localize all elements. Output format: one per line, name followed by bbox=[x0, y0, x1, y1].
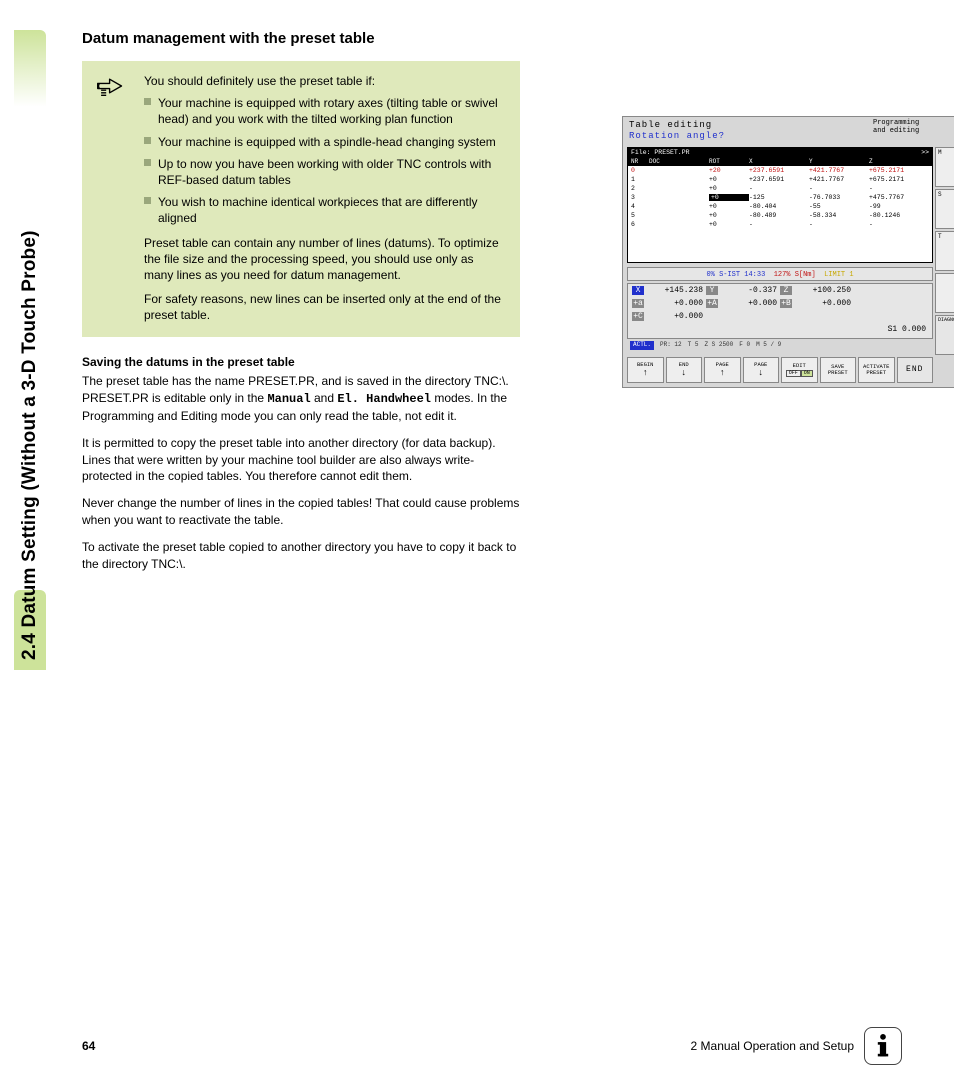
status-bar: 0% S-IST 14:33 127% S[Nm] LIMIT 1 bbox=[627, 267, 933, 281]
note-bullet: Up to now you have been working with old… bbox=[144, 156, 506, 188]
body-paragraph: The preset table has the name PRESET.PR,… bbox=[82, 373, 520, 424]
mono-text: El. Handwheel bbox=[337, 392, 431, 406]
table-row: 6+0--- bbox=[628, 220, 932, 229]
softkey[interactable]: BEGIN↑ bbox=[627, 357, 664, 383]
table-row: 5+0-80.489-58.334-80.1246 bbox=[628, 211, 932, 220]
table-row: 2+0--- bbox=[628, 184, 932, 193]
side-button-s[interactable]: S bbox=[935, 189, 954, 229]
note-intro: You should definitely use the preset tab… bbox=[144, 73, 506, 89]
note-paragraph: Preset table can contain any number of l… bbox=[144, 235, 506, 284]
softkey[interactable]: END↓ bbox=[666, 357, 703, 383]
section-title: Datum management with the preset table bbox=[82, 30, 902, 47]
page-content: Datum management with the preset table Y… bbox=[82, 30, 902, 582]
softkey[interactable]: EDITOFFON bbox=[781, 357, 818, 383]
side-button-blank[interactable] bbox=[935, 273, 954, 313]
table-row: 4+0-80.404-55-99 bbox=[628, 202, 932, 211]
screen-title: Table editing bbox=[629, 120, 712, 130]
cnc-screenshot: Table editing Rotation angle? Programmin… bbox=[622, 116, 954, 388]
info-bar: ACTL. PR: 12 T 5 Z S 2500 F 0 M 5 / 9 bbox=[627, 341, 933, 350]
section-side-tab: 2.4 Datum Setting (Without a 3-D Touch P… bbox=[14, 30, 46, 670]
note-bullet: Your machine is equipped with a spindle-… bbox=[144, 134, 506, 150]
note-bullet: You wish to machine identical workpieces… bbox=[144, 194, 506, 226]
note-paragraph: For safety reasons, new lines can be ins… bbox=[144, 291, 506, 323]
softkey[interactable]: END bbox=[897, 357, 934, 383]
note-content: You should definitely use the preset tab… bbox=[144, 73, 506, 323]
side-buttons: M S T DIAGNOSIS bbox=[935, 147, 954, 355]
coordinate-panel: X+145.238Y-0.337Z+100.250 +a+0.000+A+0.0… bbox=[627, 283, 933, 339]
softkey[interactable]: PAGE↓ bbox=[743, 357, 780, 383]
softkey-row: BEGIN↑END↓PAGE↑PAGE↓EDITOFFONSAVEPRESETA… bbox=[627, 357, 933, 383]
side-button-t[interactable]: T bbox=[935, 231, 954, 271]
mono-text: Manual bbox=[267, 392, 310, 406]
note-list: Your machine is equipped with rotary axe… bbox=[144, 95, 506, 226]
softkey[interactable]: PAGE↑ bbox=[704, 357, 741, 383]
body-paragraph: It is permitted to copy the preset table… bbox=[82, 435, 520, 485]
table-row: 0+20+237.6591+421.7767+675.2171 bbox=[628, 166, 932, 175]
softkey[interactable]: SAVEPRESET bbox=[820, 357, 857, 383]
side-button-m[interactable]: M bbox=[935, 147, 954, 187]
table-more-icon: >> bbox=[921, 149, 929, 156]
info-icon bbox=[864, 1027, 902, 1065]
screen-subtitle: Rotation angle? bbox=[629, 131, 725, 141]
page-footer: 64 2 Manual Operation and Setup bbox=[82, 1027, 902, 1065]
note-bullet: Your machine is equipped with rotary axe… bbox=[144, 95, 506, 127]
softkey[interactable]: ACTIVATEPRESET bbox=[858, 357, 895, 383]
screen-mode: Programming and editing bbox=[873, 120, 929, 135]
table-file: File: PRESET.PR bbox=[631, 149, 690, 156]
side-button-diagnosis[interactable]: DIAGNOSIS bbox=[935, 315, 954, 355]
body-paragraph: To activate the preset table copied to a… bbox=[82, 539, 520, 573]
chapter-title: 2 Manual Operation and Setup bbox=[691, 1039, 854, 1053]
note-box: You should definitely use the preset tab… bbox=[82, 61, 520, 337]
preset-table: File: PRESET.PR >> NR DOC ROT X Y Z 0+20… bbox=[627, 147, 933, 263]
table-row: 1+0+237.6591+421.7767+675.2171 bbox=[628, 175, 932, 184]
pointing-hand-icon bbox=[96, 73, 130, 107]
body-paragraph: Never change the number of lines in the … bbox=[82, 495, 520, 529]
page-number: 64 bbox=[82, 1039, 95, 1053]
table-row: 3+0-125-76.7033+475.7767 bbox=[628, 193, 932, 202]
